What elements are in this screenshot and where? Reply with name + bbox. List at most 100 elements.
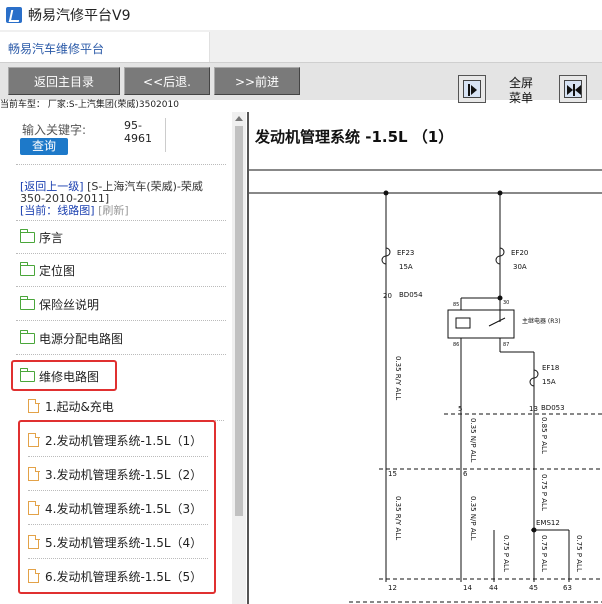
- back-to-main-button[interactable]: 返回主目录: [8, 67, 120, 95]
- wire-label: 0.35 N/P ALL: [469, 418, 477, 463]
- arrow-left-glyph: [575, 85, 581, 95]
- bar-glyph: [468, 84, 470, 96]
- divider: [16, 220, 226, 221]
- wire-label: 0.35 R/Y ALL: [394, 356, 402, 400]
- divider: [28, 524, 208, 525]
- file-icon: [28, 568, 40, 583]
- left-pane-scrollbar[interactable]: [232, 112, 246, 604]
- folder-icon: [19, 295, 35, 310]
- fullscreen-label-line1: 全屏: [508, 76, 533, 90]
- divider: [16, 164, 226, 165]
- toolbar: 返回主目录 <<后退. >>前进 全屏 菜单: [0, 62, 602, 105]
- app-logo-icon: [6, 7, 22, 23]
- junction-dot: [497, 190, 503, 196]
- tree-folder-power[interactable]: 电源分配电路图: [19, 327, 124, 349]
- junction-dot: [383, 190, 389, 196]
- wire-label: 0.35 N/P ALL: [469, 496, 477, 541]
- divider: [28, 558, 208, 559]
- relay-pin: 30: [503, 300, 509, 306]
- pin-number: 13: [529, 405, 538, 413]
- folder-icon: [19, 329, 35, 344]
- keyword-input[interactable]: 95- 4961: [124, 119, 164, 145]
- file-icon: [28, 534, 40, 549]
- title-bar: 畅易汽修平台V9: [0, 0, 602, 30]
- divider: [16, 286, 226, 287]
- tab-main[interactable]: 畅易汽车维修平台: [0, 32, 210, 62]
- tree-item-label: 2.发动机管理系统-1.5L（1）: [45, 433, 203, 448]
- tree-item-label: 6.发动机管理系统-1.5L（5）: [45, 569, 203, 584]
- relay-coil: [455, 317, 471, 329]
- folder-icon: [19, 261, 35, 276]
- relay-pin: 87: [503, 342, 509, 348]
- tree-file-engine-4[interactable]: 5.发动机管理系统-1.5L（4）: [28, 531, 202, 553]
- wire-label: 0.85 P ALL: [540, 417, 548, 454]
- back-button[interactable]: <<后退.: [124, 67, 210, 95]
- relay-pin: 85: [453, 302, 459, 308]
- keyword-value-line2: 4961: [124, 132, 152, 145]
- connector-label: BD053: [541, 404, 565, 412]
- fuse-name: EF23: [397, 249, 414, 257]
- tree-item-label: 1.起动&充电: [45, 399, 114, 414]
- wire-label: 0.75 P ALL: [575, 535, 583, 572]
- tree-item-label: 5.发动机管理系统-1.5L（4）: [45, 535, 203, 550]
- file-icon: [28, 500, 40, 515]
- fuse-rating: 15A: [542, 378, 556, 386]
- tree-item-label: 保险丝说明: [39, 297, 100, 312]
- relay-switch: [488, 317, 506, 327]
- scroll-up-icon[interactable]: [235, 116, 243, 121]
- pin-number: 14: [463, 584, 472, 592]
- tree-folder-fuse[interactable]: 保险丝说明: [19, 293, 100, 315]
- fuse-name: EF18: [542, 364, 559, 372]
- scroll-thumb[interactable]: [235, 126, 243, 516]
- expand-left-button[interactable]: [458, 75, 486, 103]
- tree-item-label: 维修电路图: [39, 369, 100, 384]
- tree-folder-location[interactable]: 定位图: [19, 259, 75, 281]
- tree-file-start-charge[interactable]: 1.起动&充电: [28, 395, 114, 417]
- pin-number: 12: [388, 584, 397, 592]
- connector-label: BD054: [399, 291, 423, 299]
- file-icon: [28, 466, 40, 481]
- tree-file-engine-1[interactable]: 2.发动机管理系统-1.5L（1）: [28, 429, 202, 451]
- keyword-label: 输入关键字:: [22, 123, 87, 137]
- wiring-diagram-pane: 发动机管理系统 -1.5L （1） EF23 15A EF20 30A EF18…: [249, 112, 602, 604]
- tree-file-engine-2[interactable]: 3.发动机管理系统-1.5L（2）: [28, 463, 202, 485]
- divider: [16, 354, 226, 355]
- left-nav-pane: 输入关键字: 95- 4961 查询 [返回上一级] [S-上海汽车(荣威)-荣…: [0, 112, 232, 604]
- refresh-link[interactable]: [刷新]: [98, 204, 129, 217]
- tree-item-label: 序言: [39, 230, 64, 245]
- wiring-diagram: EF23 15A EF20 30A EF18 15A BD054 BD053 E…: [249, 169, 602, 603]
- fuse-name: EF20: [511, 249, 528, 257]
- pin-number: 20: [383, 292, 392, 300]
- tree-file-engine-5[interactable]: 6.发动机管理系统-1.5L（5）: [28, 565, 202, 587]
- collapse-button[interactable]: [559, 75, 587, 103]
- pin-number: 45: [529, 584, 538, 592]
- wire-label: 0.75 P ALL: [540, 474, 548, 511]
- pin-number: 44: [489, 584, 498, 592]
- divider: [16, 253, 226, 254]
- current-car-type: 当前车型： 厂家:S-上汽集团(荣威)3502010: [0, 100, 260, 112]
- query-button[interactable]: 查询: [20, 138, 68, 155]
- pin-number: 63: [563, 584, 572, 592]
- relay-label: 主继电器 (R3): [522, 317, 561, 325]
- tab-strip: 畅易汽车维修平台: [0, 30, 602, 62]
- arrow-right-glyph: [471, 85, 477, 95]
- expand-right-icon: [463, 80, 481, 98]
- tree-folder-preface[interactable]: 序言: [19, 226, 64, 248]
- keyword-value-line1: 95-: [124, 119, 142, 132]
- fuse-rating: 15A: [399, 263, 413, 271]
- tree-folder-repair[interactable]: 维修电路图: [19, 365, 100, 387]
- fuse-rating: 30A: [513, 263, 527, 271]
- divider: [16, 320, 226, 321]
- wire-label: 0.75 P ALL: [540, 535, 548, 572]
- pin-number: 6: [463, 470, 468, 478]
- file-icon: [28, 398, 40, 413]
- split-arrows-icon: [564, 80, 582, 98]
- fullscreen-menu-label[interactable]: 全屏 菜单: [504, 76, 538, 106]
- file-icon: [28, 432, 40, 447]
- junction-dot: [531, 527, 537, 533]
- forward-button[interactable]: >>前进: [214, 67, 300, 95]
- tree-item-label: 电源分配电路图: [39, 331, 124, 346]
- tree-file-engine-3[interactable]: 4.发动机管理系统-1.5L（3）: [28, 497, 202, 519]
- app-window: 畅易汽修平台V9 畅易汽车维修平台 返回主目录 <<后退. >>前进 全屏 菜单…: [0, 0, 602, 604]
- tree-item-label: 3.发动机管理系统-1.5L（2）: [45, 467, 203, 482]
